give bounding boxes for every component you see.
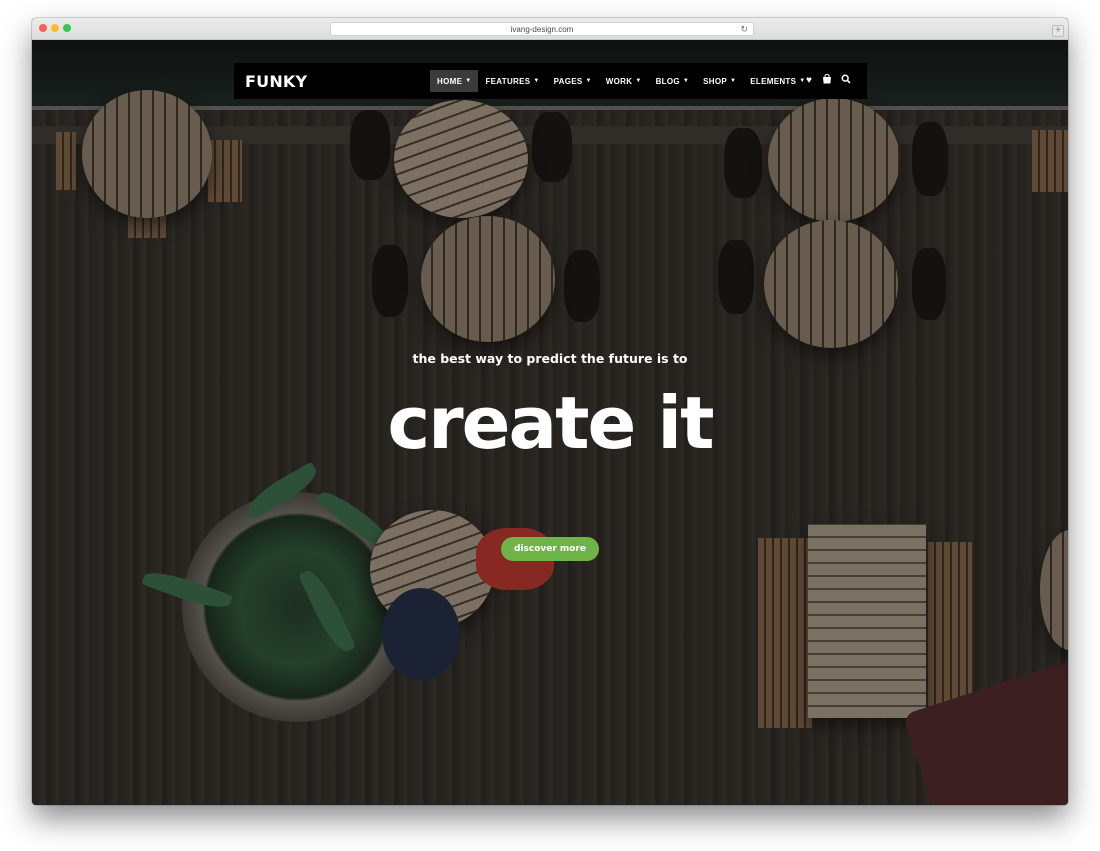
- chevron-down-icon: ▼: [585, 78, 592, 84]
- menu-item-label: ELEMENTS: [750, 76, 797, 86]
- chevron-down-icon: ▼: [635, 78, 642, 84]
- browser-titlebar: ivang-design.com ↻ +: [32, 18, 1068, 40]
- chevron-down-icon: ▼: [465, 78, 472, 84]
- search-icon[interactable]: [839, 74, 853, 88]
- menu-item-label: BLOG: [655, 76, 680, 86]
- menu-item-features[interactable]: FEATURES ▼: [478, 70, 546, 92]
- browser-window: ivang-design.com ↻ + FUNKY HOME ▼ FEATUR…: [32, 18, 1068, 805]
- menu-item-home[interactable]: HOME ▼: [430, 70, 479, 92]
- hero-tagline: the best way to predict the future is to: [412, 351, 688, 366]
- menu-item-pages[interactable]: PAGES ▼: [547, 70, 599, 92]
- menu-item-label: WORK: [605, 76, 633, 86]
- address-bar[interactable]: ivang-design.com ↻: [330, 22, 754, 36]
- hero-headline: create it: [387, 381, 714, 465]
- close-window-button[interactable]: [39, 24, 47, 32]
- menu-item-work[interactable]: WORK ▼: [599, 70, 649, 92]
- hero-section: FUNKY HOME ▼ FEATURES ▼ PAGES ▼ WORK ▼ B…: [32, 40, 1068, 805]
- shopping-bag-icon[interactable]: [820, 73, 834, 88]
- heart-icon[interactable]: ♥: [802, 74, 816, 88]
- chevron-down-icon: ▼: [730, 78, 737, 84]
- chevron-down-icon: ▼: [533, 78, 540, 84]
- chevron-down-icon: ▼: [682, 78, 690, 84]
- menu-item-label: FEATURES: [485, 76, 531, 86]
- minimize-window-button[interactable]: [51, 24, 59, 32]
- menu-item-blog[interactable]: BLOG ▼: [649, 70, 697, 92]
- site-logo[interactable]: FUNKY: [245, 72, 307, 91]
- main-menu: HOME ▼ FEATURES ▼ PAGES ▼ WORK ▼ BLOG ▼ …: [430, 70, 812, 92]
- new-tab-button[interactable]: +: [1052, 25, 1064, 37]
- menu-item-label: PAGES: [553, 76, 583, 86]
- discover-more-button[interactable]: discover more: [501, 537, 599, 561]
- main-navbar: FUNKY HOME ▼ FEATURES ▼ PAGES ▼ WORK ▼ B…: [234, 63, 867, 99]
- menu-item-shop[interactable]: SHOP ▼: [696, 70, 743, 92]
- reload-icon[interactable]: ↻: [740, 23, 748, 36]
- menu-item-label: HOME: [437, 76, 463, 86]
- menu-item-label: SHOP: [703, 76, 728, 86]
- url-text: ivang-design.com: [510, 25, 574, 34]
- maximize-window-button[interactable]: [63, 24, 71, 32]
